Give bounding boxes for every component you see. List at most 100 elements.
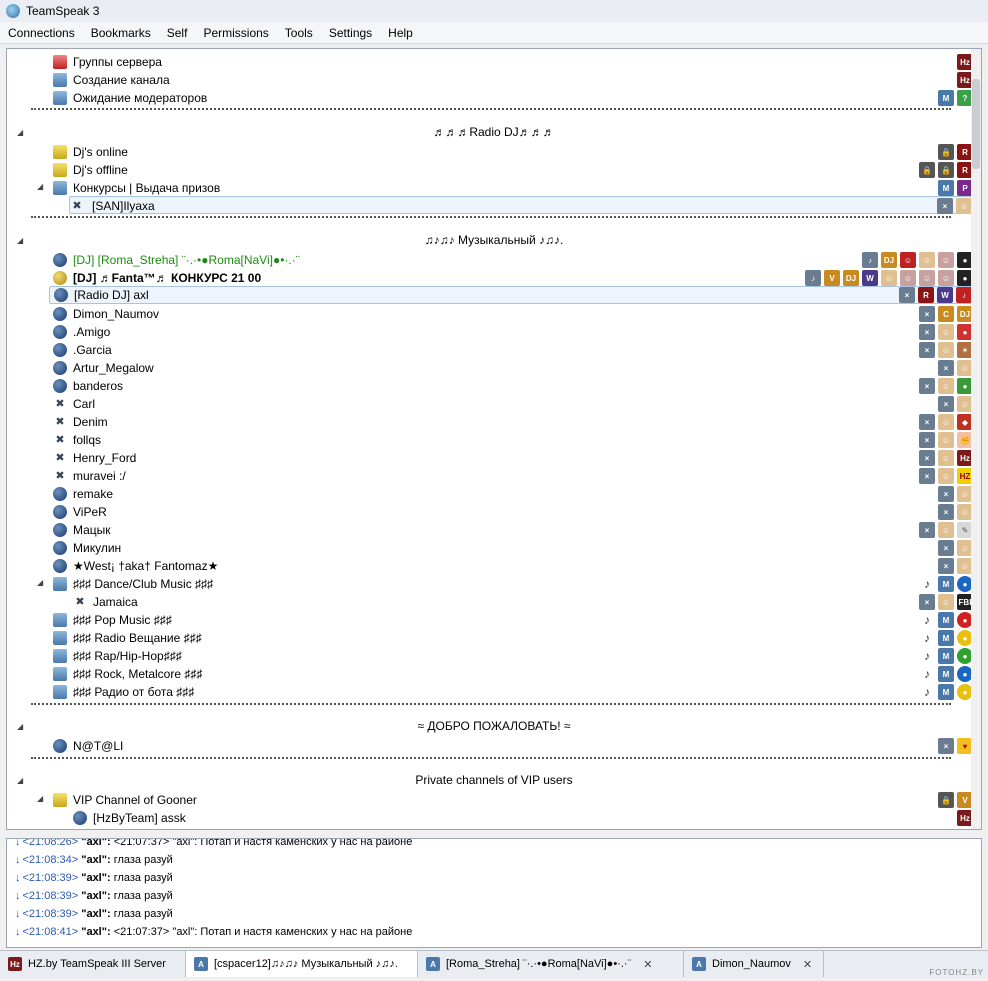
incoming-arrow-icon: ↓ [15, 908, 21, 920]
chat-nick[interactable]: "axl": [81, 854, 110, 866]
collapse-icon[interactable]: ◢ [37, 182, 45, 191]
chat-text: глаза разуй [113, 890, 173, 902]
channel-item[interactable]: Группы сервера Hz [7, 53, 981, 71]
mute-icon: × [938, 360, 954, 376]
menu-settings[interactable]: Settings [321, 26, 380, 40]
chat-nick[interactable]: "axl": [81, 890, 110, 902]
client-item[interactable]: .Amigo × ☺ ● [7, 323, 981, 341]
incoming-arrow-icon: ↓ [15, 926, 21, 938]
channel-tree[interactable]: Группы сервера Hz Создание канала Hz Ожи… [6, 48, 982, 830]
channel-item[interactable]: Dj's offline 🔒 🔒 R [7, 161, 981, 179]
client-item[interactable]: [Radio DJ] axl × R W ♪ [49, 286, 975, 304]
client-item[interactable]: ViPeR × ☺ [7, 503, 981, 521]
user-icon [53, 559, 67, 573]
chat-log[interactable]: ↓ <21:08:26> "axl": <21:07:37> "axl": Пот… [6, 838, 982, 948]
private-chat-icon: A [426, 957, 440, 971]
incoming-arrow-icon: ↓ [15, 838, 21, 848]
user-icon [53, 523, 67, 537]
client-name: Artur_Megalow [73, 361, 154, 375]
tab-channel[interactable]: A [cspacer12]♫♪♫♪ Музыкальный ♪♫♪. [186, 951, 418, 977]
client-item[interactable]: [DJ] ♬Fanta™♬ КОНКУРС 21 00 ♪ V DJ W ☺ ☺ ☺ ☺ ● [7, 269, 981, 287]
client-item[interactable]: [HzByTeam] assk Hz [7, 809, 981, 827]
channel-item[interactable]: ◢ Конкурсы | Выдача призов MP [7, 179, 981, 197]
client-item[interactable]: N@T@LI × ♥ [7, 737, 981, 755]
client-name: Микулин [73, 541, 122, 555]
chat-nick[interactable]: "axl": [81, 872, 110, 884]
channel-name: ♯♯♯ Радио от бота ♯♯♯ [73, 685, 195, 699]
client-item[interactable]: ✖ muravei :/ × ☺ HZ [7, 467, 981, 485]
spacer-vip[interactable]: ◢ Private channels of VIP users [7, 773, 981, 791]
client-name: muravei :/ [73, 469, 126, 483]
channel-item[interactable]: ♯♯♯ Радио от бота ♯♯♯ ♪ M ● [7, 683, 981, 701]
client-item[interactable]: ★West¡ †aka† Fantomaz★ × ☺ [7, 557, 981, 575]
tab-server[interactable]: Hz HZ.by TeamSpeak III Server [0, 951, 186, 977]
music-note-icon: ♪ [919, 666, 935, 682]
client-item[interactable]: Dimon_Naumov × C DJ [7, 305, 981, 323]
channel-item[interactable]: ♯♯♯ Rock, Metalcore ♯♯♯ ♪ M ● [7, 665, 981, 683]
client-name: ViPeR [73, 505, 107, 519]
channel-item[interactable]: ♯♯♯ Pop Music ♯♯♯ ♪ M ● [7, 611, 981, 629]
channel-item[interactable]: ♯♯♯ Rap/Hip-Hop♯♯♯ ♪ M ● [7, 647, 981, 665]
tab-private-dimon[interactable]: A Dimon_Naumov ✕ [684, 951, 824, 977]
user-icon [54, 288, 68, 302]
client-item[interactable]: ✖ Henry_Ford × ☺ Hz [7, 449, 981, 467]
client-name: Мацык [73, 523, 111, 537]
menu-help[interactable]: Help [380, 26, 421, 40]
channel-item[interactable]: Dj's online 🔒 R [7, 143, 981, 161]
close-icon[interactable]: ✕ [643, 958, 652, 971]
client-item[interactable]: .Garcia × ☺ ✶ [7, 341, 981, 359]
client-item[interactable]: Микулин × ☺ [7, 539, 981, 557]
client-item[interactable]: ✖ Jamaica × ☺ FBI [7, 593, 981, 611]
menu-bar: Connections Bookmarks Self Permissions T… [0, 22, 988, 44]
channel-item[interactable]: ◢ ♯♯♯ Dance/Club Music ♯♯♯ ♪ M ● [7, 575, 981, 593]
client-item[interactable]: Мацык × ☺ ✎ [7, 521, 981, 539]
chat-nick[interactable]: "axl": [81, 839, 110, 848]
client-item[interactable]: ✖ Carl × ☺ [7, 395, 981, 413]
close-icon[interactable]: ✕ [803, 958, 812, 971]
menu-connections[interactable]: Connections [0, 26, 83, 40]
tab-private-roma[interactable]: A [Roma_Streha] ¨·.·•●Roma[NaVi]●•·.·¨ ✕ [418, 951, 684, 977]
spacer-music[interactable]: ◢ ♫♪♫♪ Музыкальный ♪♫♪. [7, 233, 981, 251]
mute-icon: × [938, 558, 954, 574]
muted-icon: ✖ [55, 470, 65, 482]
client-item[interactable]: banderos × ☺ ● [7, 377, 981, 395]
santa-icon: ☺ [900, 270, 916, 286]
client-item[interactable]: Artur_Megalow × ☺ [7, 359, 981, 377]
menu-tools[interactable]: Tools [277, 26, 321, 40]
muted-icon: ✖ [55, 434, 65, 446]
tree-scrollbar[interactable] [971, 49, 981, 829]
spacer-welcome[interactable]: ◢ ≈ ДОБРО ПОЖАЛОВАТЬ! ≈ [7, 719, 981, 737]
channel-name: ♯♯♯ Rap/Hip-Hop♯♯♯ [73, 649, 182, 663]
window-title: TeamSpeak 3 [26, 4, 100, 18]
channel-item[interactable]: Ожидание модераторов M? [7, 89, 981, 107]
collapse-icon[interactable]: ◢ [37, 578, 45, 587]
channel-icon [53, 163, 67, 177]
client-name: Jamaica [93, 595, 138, 609]
collapse-icon[interactable]: ◢ [37, 794, 45, 803]
chat-nick[interactable]: "axl": [81, 926, 110, 938]
channel-icon [53, 73, 67, 87]
chat-nick[interactable]: "axl": [81, 908, 110, 920]
user-icon [53, 307, 67, 321]
channel-name: ♯♯♯ Rock, Metalcore ♯♯♯ [73, 667, 203, 681]
scroll-thumb[interactable] [972, 79, 980, 169]
menu-permissions[interactable]: Permissions [195, 26, 276, 40]
client-item[interactable]: ✖ follqs × ☺ ✊ [7, 431, 981, 449]
music-note-icon: ♪ [919, 630, 935, 646]
santa-icon: ☺ [938, 252, 954, 268]
moderated-icon: M [938, 576, 954, 592]
client-item[interactable]: [DJ] [Roma_Streha] ¨·.·•●Roma[NaVi]●•·.·… [7, 251, 981, 269]
client-item[interactable]: ✖ [SAN]Ilyaxa × ☺ [69, 196, 975, 214]
spacer-radio-dj[interactable]: ◢ ♬♬♬Radio DJ♬♬♬ [7, 125, 981, 143]
user-icon [53, 343, 67, 357]
channel-item[interactable]: Создание канала Hz [7, 71, 981, 89]
channel-name: ♯♯♯ Dance/Club Music ♯♯♯ [73, 577, 214, 591]
chat-time: <21:08:39> [22, 908, 79, 920]
chat-text: <21:07:37> "axl": Потап и настя каменски… [113, 926, 413, 938]
client-item[interactable]: remake × ☺ [7, 485, 981, 503]
menu-bookmarks[interactable]: Bookmarks [83, 26, 159, 40]
channel-item[interactable]: ◢ VIP Channel of Gooner 🔒 V [7, 791, 981, 809]
channel-item[interactable]: ♯♯♯ Radio Вещание ♯♯♯ ♪ M ● [7, 629, 981, 647]
client-item[interactable]: ✖ Denim × ☺ ◆ [7, 413, 981, 431]
menu-self[interactable]: Self [159, 26, 196, 40]
